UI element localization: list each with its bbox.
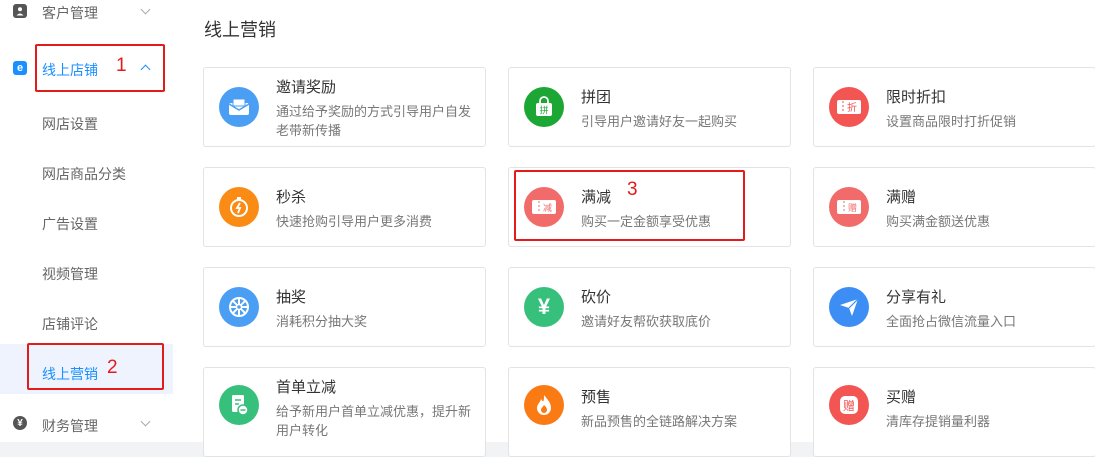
card-full-gift[interactable]: 赠 满赠 购买满金额送优惠: [813, 167, 1095, 247]
card-flash-sale[interactable]: 秒杀 快速抢购引导用户更多消费: [203, 167, 486, 247]
sub-item-reviews[interactable]: 店铺评论: [42, 314, 98, 334]
card-title: 分享有礼: [886, 289, 947, 306]
card-desc: 新品预售的全链路解决方案: [581, 414, 738, 429]
flame-icon: [524, 385, 564, 425]
main-content: 线上营销 邀请奖励 通过给予奖励的方式引导用户自发老带新传播 拼 拼团 引导用户…: [173, 0, 1095, 457]
annotation-number-1: 1: [116, 55, 127, 76]
gift-badge-icon: 赠: [829, 385, 869, 425]
svg-text:赠: 赠: [843, 399, 855, 413]
nav-item-finance[interactable]: ¥ 财务管理: [0, 404, 173, 442]
paper-plane-icon: [829, 287, 869, 327]
discount-ticket-icon: 折: [829, 87, 869, 127]
card-title: 首单立减: [276, 379, 337, 396]
annotation-number-3: 3: [627, 179, 638, 200]
card-desc: 购买满金额送优惠: [886, 214, 991, 229]
yen-icon: ¥: [13, 416, 27, 430]
annotation-box-1: [35, 44, 165, 92]
page-title: 线上营销: [204, 20, 276, 40]
card-title: 买赠: [886, 389, 917, 406]
nav-item-finance-label: 财务管理: [42, 418, 98, 434]
card-desc: 给予新用户首单立减优惠，提升新用户转化: [276, 404, 472, 438]
card-title: 满赠: [886, 189, 917, 206]
card-desc: 清库存提销量利器: [886, 414, 991, 429]
svg-text:折: 折: [847, 101, 857, 114]
card-title: 限时折扣: [886, 89, 947, 106]
card-desc: 快速抢购引导用户更多消费: [276, 214, 433, 229]
card-title: 抽奖: [276, 289, 307, 306]
envelope-icon: [219, 87, 259, 127]
card-share-gift[interactable]: 分享有礼 全面抢占微信流量入口: [813, 267, 1095, 347]
card-desc: 设置商品限时打折促销: [886, 114, 1017, 129]
svg-text:赠: 赠: [848, 202, 857, 214]
annotation-box-2: [27, 343, 164, 390]
sidebar: 客户管理 e 线上店铺 1 网店设置 网店商品分类 广告设置 视频管理 店铺评论…: [0, 0, 173, 442]
sub-item-shop-settings[interactable]: 网店设置: [42, 114, 98, 134]
card-lottery[interactable]: 抽奖 消耗积分抽大奖: [203, 267, 486, 347]
card-desc: 通过给予奖励的方式引导用户自发老带新传播: [276, 104, 472, 138]
bag-icon: 拼: [524, 87, 564, 127]
card-title: 预售: [581, 389, 612, 406]
card-buy-gift[interactable]: 赠 买赠 清库存提销量利器: [813, 367, 1095, 457]
nav-item-customer[interactable]: 客户管理: [0, 0, 173, 24]
sub-item-ad-settings[interactable]: 广告设置: [42, 214, 98, 234]
svg-text:拼: 拼: [539, 105, 548, 117]
card-presale[interactable]: 预售 新品预售的全链路解决方案: [508, 367, 791, 457]
card-title: 邀请奖励: [276, 79, 337, 96]
card-title: 拼团: [581, 89, 612, 106]
sub-item-video[interactable]: 视频管理: [42, 264, 98, 284]
card-desc: 全面抢占微信流量入口: [886, 314, 1017, 329]
card-title: 砍价: [581, 289, 612, 306]
document-minus-icon: [219, 385, 259, 425]
yen-icon: ¥: [524, 287, 564, 327]
card-desc: 邀请好友帮砍获取底价: [581, 314, 712, 329]
card-title: 秒杀: [276, 189, 307, 206]
card-group-buy[interactable]: 拼 拼团 引导用户邀请好友一起购买: [508, 67, 791, 147]
store-e-icon: e: [13, 61, 27, 75]
chevron-down-icon: [140, 416, 151, 427]
card-desc: 消耗积分抽大奖: [276, 314, 368, 329]
card-invite-reward[interactable]: 邀请奖励 通过给予奖励的方式引导用户自发老带新传播: [203, 67, 486, 147]
card-bargain[interactable]: ¥ 砍价 邀请好友帮砍获取底价: [508, 267, 791, 347]
card-desc: 引导用户邀请好友一起购买: [581, 114, 738, 129]
coupon-icon: 赠: [829, 187, 869, 227]
user-icon: [13, 4, 27, 18]
stopwatch-icon: [219, 187, 259, 227]
wheel-icon: [219, 287, 259, 327]
chevron-down-icon: [140, 4, 151, 15]
annotation-number-2: 2: [107, 357, 118, 378]
sub-item-category[interactable]: 网店商品分类: [42, 164, 126, 184]
card-limited-discount[interactable]: 折 限时折扣 设置商品限时打折促销: [813, 67, 1095, 147]
card-first-order[interactable]: 首单立减 给予新用户首单立减优惠，提升新用户转化: [203, 367, 486, 457]
nav-item-customer-label: 客户管理: [42, 5, 98, 21]
